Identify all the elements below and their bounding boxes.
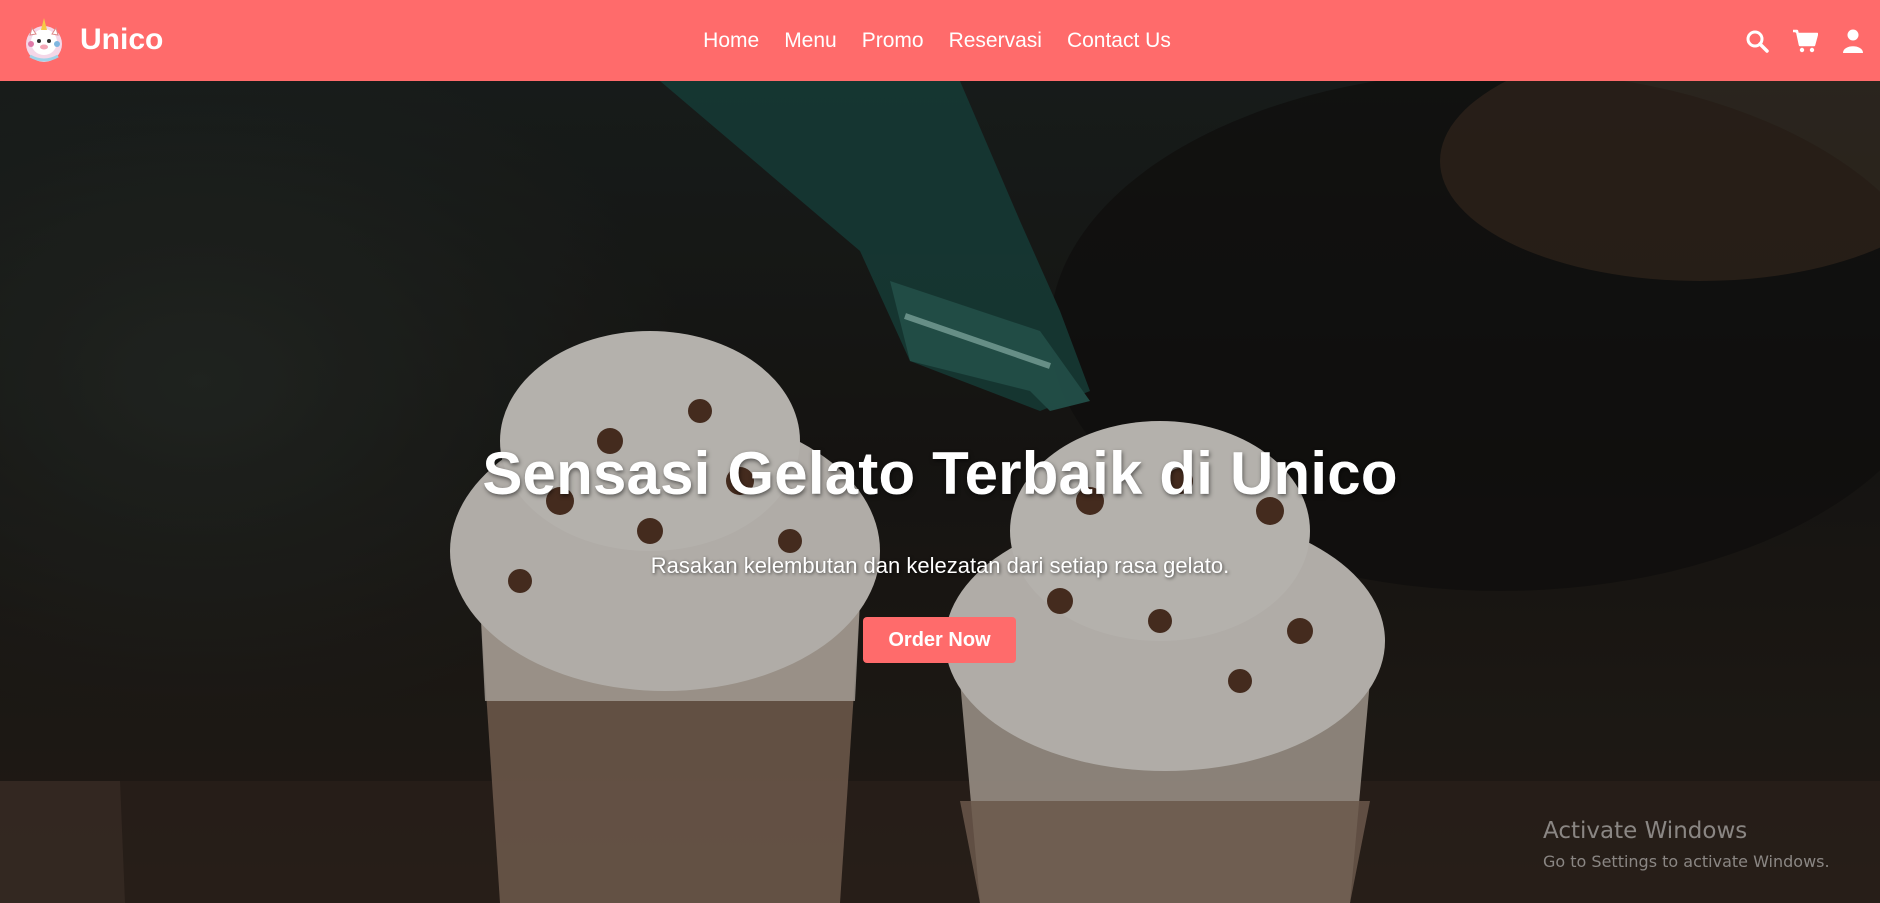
nav-link-home[interactable]: Home xyxy=(703,29,759,53)
hero-title: Sensasi Gelato Terbaik di Unico xyxy=(482,440,1398,507)
nav-link-menu[interactable]: Menu xyxy=(784,29,837,53)
nav-link-contact-us[interactable]: Contact Us xyxy=(1067,29,1171,53)
navbar: Unico Home Menu Promo Reservasi Contact … xyxy=(0,0,1880,81)
windows-activation-watermark: Activate Windows Go to Settings to activ… xyxy=(1543,818,1830,871)
hero-subtitle: Rasakan kelembutan dan kelezatan dari se… xyxy=(650,553,1230,578)
nav-icons xyxy=(1744,0,1866,81)
hero-content: Sensasi Gelato Terbaik di Unico Rasakan … xyxy=(0,81,1880,903)
watermark-subtitle: Go to Settings to activate Windows. xyxy=(1543,852,1830,871)
hero-section: Sensasi Gelato Terbaik di Unico Rasakan … xyxy=(0,81,1880,903)
nav-link-promo[interactable]: Promo xyxy=(862,29,924,53)
nav-link-reservasi[interactable]: Reservasi xyxy=(949,29,1042,53)
user-icon[interactable] xyxy=(1840,28,1866,54)
search-icon[interactable] xyxy=(1744,28,1770,54)
main-nav: Home Menu Promo Reservasi Contact Us xyxy=(0,0,1880,81)
cart-icon[interactable] xyxy=(1792,28,1818,54)
order-now-button[interactable]: Order Now xyxy=(863,617,1016,663)
watermark-title: Activate Windows xyxy=(1543,818,1748,844)
